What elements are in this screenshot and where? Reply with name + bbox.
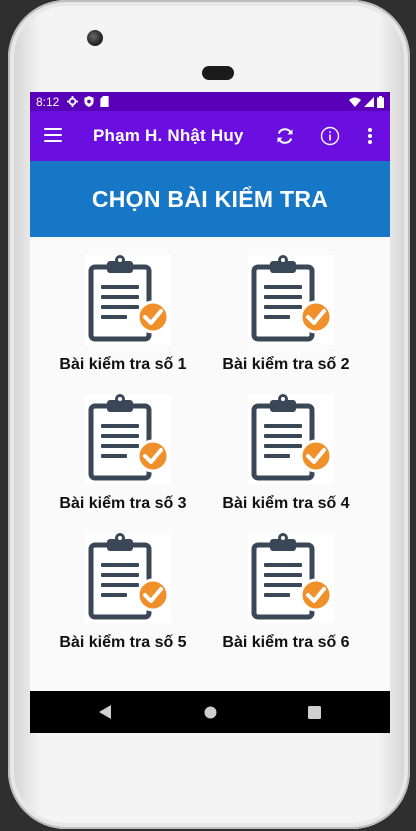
- clipboard-check-icon: [248, 255, 334, 345]
- shield-icon: [84, 96, 94, 107]
- test-tile-1[interactable]: Bài kiểm tra số 1: [38, 255, 208, 385]
- clipboard-check-icon: [85, 255, 171, 345]
- info-icon[interactable]: [317, 123, 343, 149]
- more-vert-icon[interactable]: [357, 123, 383, 149]
- test-tile-label: Bài kiểm tra số 2: [222, 356, 350, 373]
- test-tile-5[interactable]: Bài kiểm tra số 5: [38, 533, 208, 663]
- settings-icon: [67, 96, 79, 107]
- back-icon[interactable]: [94, 701, 116, 723]
- signal-icon: [364, 96, 374, 107]
- clipboard-check-icon: [85, 394, 171, 484]
- system-nav-bar: [30, 691, 390, 733]
- battery-icon: [377, 95, 384, 108]
- menu-icon[interactable]: [44, 128, 62, 142]
- app-title: Phạm H. Nhật Huy: [93, 126, 244, 145]
- test-tile-label: Bài kiểm tra số 6: [222, 634, 350, 651]
- clipboard-check-icon: [85, 533, 171, 623]
- clipboard-check-icon: [248, 533, 334, 623]
- test-tile-3[interactable]: Bài kiểm tra số 3: [38, 394, 208, 524]
- home-icon[interactable]: [199, 701, 221, 723]
- app-bar: Phạm H. Nhật Huy: [30, 111, 390, 161]
- test-tile-4[interactable]: Bài kiểm tra số 4: [201, 394, 371, 524]
- earpiece-speaker: [202, 66, 234, 80]
- recents-icon[interactable]: [303, 701, 325, 723]
- status-bar: 8:12: [30, 92, 390, 111]
- status-time: 8:12: [36, 94, 60, 109]
- clipboard-check-icon: [248, 394, 334, 484]
- test-tile-label: Bài kiểm tra số 3: [59, 495, 187, 512]
- test-tile-2[interactable]: Bài kiểm tra số 2: [201, 255, 371, 385]
- refresh-icon[interactable]: [272, 123, 298, 149]
- test-tile-label: Bài kiểm tra số 4: [222, 495, 350, 512]
- test-tile-6[interactable]: Bài kiểm tra số 6: [201, 533, 371, 663]
- sd-card-icon: [100, 96, 109, 107]
- page-title-banner: CHỌN BÀI KIỂM TRA: [30, 161, 390, 237]
- wifi-icon: [349, 97, 361, 107]
- screen: 8:12 Phạm H. Nhật Huy CHỌN BÀI KIỂM TRA: [30, 92, 390, 733]
- test-tile-label: Bài kiểm tra số 1: [59, 356, 187, 373]
- test-tile-label: Bài kiểm tra số 5: [59, 634, 187, 651]
- front-camera: [87, 30, 103, 46]
